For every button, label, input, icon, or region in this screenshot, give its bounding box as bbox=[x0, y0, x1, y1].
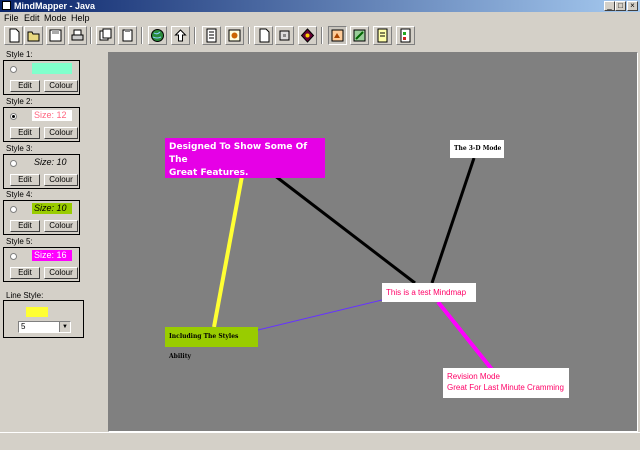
style-3-edit-button[interactable]: Edit bbox=[10, 174, 40, 186]
style-5-sample: Size: 16 bbox=[32, 250, 72, 261]
link-center-features bbox=[269, 170, 416, 285]
style-2-colour-button[interactable]: Colour bbox=[44, 127, 78, 139]
window-title: MindMapper - Java bbox=[14, 1, 96, 11]
style-5-box: Size: 16 Edit Colour bbox=[3, 247, 80, 282]
style-3-radio[interactable] bbox=[10, 160, 17, 167]
style-5-edit-button[interactable]: Edit bbox=[10, 267, 40, 279]
link-center-revision bbox=[436, 300, 496, 374]
palette-icon[interactable] bbox=[298, 26, 317, 45]
toolbar-separator bbox=[194, 27, 196, 44]
line-colour-swatch[interactable] bbox=[26, 307, 48, 317]
style-3-colour-button[interactable]: Colour bbox=[44, 174, 78, 186]
menu-help[interactable]: Help bbox=[71, 12, 90, 24]
menu-mode[interactable]: Mode bbox=[44, 12, 67, 24]
style-1-sample bbox=[32, 63, 72, 74]
style-3-label: Style 3: bbox=[6, 144, 33, 153]
style-4-colour-button[interactable]: Colour bbox=[44, 220, 78, 232]
revision-notes-icon[interactable] bbox=[373, 26, 392, 45]
style-5-label: Style 5: bbox=[6, 237, 33, 246]
copy-icon[interactable] bbox=[96, 26, 115, 45]
mode-2-icon[interactable] bbox=[350, 26, 369, 45]
mode-1-icon[interactable] bbox=[328, 26, 347, 45]
toolbar bbox=[0, 24, 640, 48]
menu-file[interactable]: File bbox=[4, 12, 19, 24]
node-center[interactable]: This is a test Mindmap bbox=[382, 283, 476, 302]
style-2-box: Size: 12 Edit Colour bbox=[3, 107, 80, 142]
style-2-edit-button[interactable]: Edit bbox=[10, 127, 40, 139]
style-4-sample: Size: 10 bbox=[32, 203, 72, 214]
line-style-box: 5 ▼ bbox=[3, 300, 84, 338]
style-1-colour-button[interactable]: Colour bbox=[44, 80, 78, 92]
style-1-edit-button[interactable]: Edit bbox=[10, 80, 40, 92]
notes-icon[interactable] bbox=[202, 26, 221, 45]
title-bar: MindMapper - Java _ □ × bbox=[0, 0, 640, 12]
globe-icon[interactable] bbox=[148, 26, 167, 45]
style-4-label: Style 4: bbox=[6, 190, 33, 199]
style-3-sample: Size: 10 bbox=[32, 157, 72, 168]
node-styles[interactable]: Including The Styles Ability bbox=[165, 327, 258, 360]
link-center-styles bbox=[257, 299, 383, 331]
style-4-box: Size: 10 Edit Colour bbox=[3, 200, 80, 235]
close-icon[interactable]: × bbox=[627, 1, 638, 11]
export-icon[interactable] bbox=[171, 26, 190, 45]
toolbar-separator bbox=[248, 27, 250, 44]
style-2-label: Style 2: bbox=[6, 97, 33, 106]
style-3-box: Size: 10 Edit Colour bbox=[3, 154, 80, 189]
style-4-radio[interactable] bbox=[10, 206, 17, 213]
print-icon[interactable] bbox=[68, 26, 87, 45]
minimize-icon[interactable]: _ bbox=[604, 1, 615, 11]
chevron-down-icon[interactable]: ▼ bbox=[59, 322, 70, 332]
style-panel: Style 1: Edit Colour Style 2: Size: 12 E… bbox=[0, 48, 108, 432]
toolbar-separator bbox=[321, 27, 323, 44]
style-1-box: Edit Colour bbox=[3, 60, 80, 95]
style-5-radio[interactable] bbox=[10, 253, 17, 260]
style-2-sample: Size: 12 bbox=[32, 110, 72, 121]
frame-icon[interactable] bbox=[275, 26, 294, 45]
style-2-radio[interactable] bbox=[10, 113, 17, 120]
maximize-icon[interactable]: □ bbox=[615, 1, 626, 11]
style-1-label: Style 1: bbox=[6, 50, 33, 59]
toolbar-separator bbox=[90, 27, 92, 44]
save-icon[interactable] bbox=[46, 26, 65, 45]
node-features[interactable]: Designed To Show Some Of The Great Featu… bbox=[165, 138, 325, 178]
node-revision[interactable]: Revision Mode Great For Last Minute Cram… bbox=[443, 368, 569, 398]
image-icon[interactable] bbox=[225, 26, 244, 45]
menu-edit[interactable]: Edit bbox=[24, 12, 40, 24]
style-1-radio[interactable] bbox=[10, 66, 17, 73]
menu-bar: File Edit Mode Help bbox=[0, 12, 640, 24]
toolbar-separator bbox=[141, 27, 143, 44]
app-icon bbox=[2, 1, 11, 10]
status-bar bbox=[0, 432, 640, 450]
mindmap-canvas[interactable]: Designed To Show Some Of The Great Featu… bbox=[110, 54, 636, 430]
paste-icon[interactable] bbox=[118, 26, 137, 45]
link-center-3d bbox=[430, 157, 476, 284]
line-width-select[interactable]: 5 ▼ bbox=[18, 321, 71, 333]
style-5-colour-button[interactable]: Colour bbox=[44, 267, 78, 279]
checklist-icon[interactable] bbox=[396, 26, 415, 45]
open-file-icon[interactable] bbox=[24, 26, 43, 45]
line-width-value: 5 bbox=[21, 322, 26, 331]
blank-page-icon[interactable] bbox=[254, 26, 273, 45]
node-3d-mode[interactable]: The 3-D Mode bbox=[450, 140, 504, 158]
new-document-icon[interactable] bbox=[4, 26, 23, 45]
style-4-edit-button[interactable]: Edit bbox=[10, 220, 40, 232]
link-features-styles bbox=[212, 175, 244, 328]
